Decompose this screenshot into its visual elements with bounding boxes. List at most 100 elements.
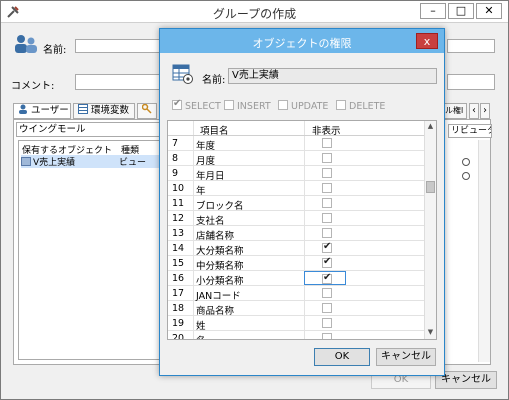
- scroll-thumb[interactable]: [426, 181, 435, 193]
- close-window-button[interactable]: ✕: [476, 3, 502, 19]
- key-icon: [142, 104, 152, 114]
- grid-header: 項目名 非表示: [168, 121, 426, 137]
- tab-next-button[interactable]: ›: [480, 103, 490, 119]
- hidden-cell[interactable]: [322, 303, 335, 315]
- hidden-checkbox[interactable]: [322, 138, 332, 148]
- hidden-checkbox[interactable]: [322, 168, 332, 178]
- tab-env-vars[interactable]: 環境変数: [73, 103, 135, 119]
- column-permission-grid[interactable]: 項目名 非表示 7 年度 8 月度 9 年月日 10 年 11 ブロック名 12 支社名 13 店舗名称 1…: [167, 120, 437, 340]
- update-checkbox[interactable]: UPDATE: [278, 100, 328, 112]
- item-name: 中分類名称: [196, 261, 244, 272]
- table-row[interactable]: 13 店舗名称: [168, 226, 426, 242]
- table-row[interactable]: 8 月度: [168, 151, 426, 167]
- hidden-checkbox[interactable]: [322, 213, 332, 223]
- table-row[interactable]: 17 JANコード: [168, 286, 426, 302]
- hidden-checkbox[interactable]: [322, 198, 332, 208]
- table-row[interactable]: 10 年: [168, 181, 426, 197]
- item-name: 年月日: [196, 171, 225, 182]
- hidden-cell[interactable]: [322, 333, 335, 339]
- insert-checkbox[interactable]: INSERT: [224, 100, 271, 112]
- checkbox[interactable]: [278, 100, 288, 110]
- tab-hidden[interactable]: ル権l: [443, 103, 467, 119]
- table-row[interactable]: 19 姓: [168, 316, 426, 332]
- table-row[interactable]: 18 商品名称: [168, 301, 426, 317]
- comment-field-right[interactable]: [447, 74, 495, 90]
- hidden-checkbox[interactable]: [322, 272, 332, 284]
- scroll-down-arrow[interactable]: ▼: [425, 328, 436, 338]
- table-row[interactable]: 15 中分類名称: [168, 256, 426, 272]
- tab-permissions[interactable]: [137, 103, 157, 119]
- row-number: 13: [172, 228, 185, 239]
- hidden-cell[interactable]: [322, 256, 335, 270]
- item-name: 月度: [196, 156, 216, 167]
- hidden-checkbox[interactable]: [322, 241, 332, 253]
- table-row[interactable]: 14 大分類名称: [168, 241, 426, 257]
- table-row[interactable]: 12 支社名: [168, 211, 426, 227]
- checkbox[interactable]: [172, 98, 182, 110]
- name-label: 名前:: [43, 45, 67, 56]
- hidden-cell[interactable]: [322, 288, 335, 300]
- dialog-ok-button[interactable]: OK: [314, 348, 370, 366]
- checkbox[interactable]: [336, 100, 346, 110]
- item-name: JANコード: [196, 291, 241, 302]
- hidden-cell[interactable]: [322, 153, 335, 165]
- tab-prev-button[interactable]: ‹: [469, 103, 479, 119]
- hidden-checkbox[interactable]: [322, 288, 332, 298]
- update-label: UPDATE: [291, 101, 329, 112]
- group-name-field[interactable]: [75, 39, 161, 53]
- magnifier-icon[interactable]: [462, 172, 470, 180]
- right-scrollbar[interactable]: [478, 140, 490, 362]
- comment-field[interactable]: [75, 74, 161, 90]
- hidden-cell[interactable]: [322, 241, 335, 255]
- hidden-cell[interactable]: [322, 198, 335, 210]
- table-row[interactable]: 7 年度: [168, 136, 426, 152]
- table-row[interactable]: 11 ブロック名: [168, 196, 426, 212]
- maximize-button[interactable]: □: [448, 3, 474, 19]
- row-number: 11: [172, 198, 185, 209]
- table-view-icon: [172, 64, 193, 84]
- dialog-close-button[interactable]: x: [416, 33, 438, 49]
- hidden-checkbox[interactable]: [322, 228, 332, 238]
- row-number: 10: [172, 183, 185, 194]
- hidden-cell[interactable]: [322, 318, 335, 330]
- checkbox[interactable]: [224, 100, 234, 110]
- item-name: 名: [196, 333, 206, 339]
- table-row[interactable]: 16 小分類名称: [168, 271, 426, 287]
- hidden-cell[interactable]: [304, 271, 346, 285]
- group-name-field-right[interactable]: [447, 39, 495, 53]
- table-row[interactable]: 9 年月日: [168, 166, 426, 182]
- hidden-cell[interactable]: [322, 138, 335, 150]
- row-number: 16: [172, 273, 185, 284]
- hidden-checkbox[interactable]: [322, 303, 332, 313]
- object-type: ビュー: [119, 158, 147, 168]
- owned-object-list[interactable]: 保有するオブジェクト 種類 V売上実績 ビュー: [18, 140, 170, 360]
- object-permission-dialog: オブジェクトの権限 x 名前: V売上実績 SELECT INSERT UPDA…: [159, 28, 445, 376]
- tab-users-label: ユーザー: [31, 105, 69, 116]
- dialog-cancel-button[interactable]: キャンセル: [376, 348, 436, 366]
- hidden-cell[interactable]: [322, 168, 335, 180]
- hidden-checkbox[interactable]: [322, 333, 332, 339]
- hidden-cell[interactable]: [322, 228, 335, 240]
- schema-combo[interactable]: ウイングモール: [16, 122, 166, 137]
- hidden-cell[interactable]: [322, 213, 335, 225]
- hidden-checkbox[interactable]: [322, 256, 332, 268]
- grid-scrollbar[interactable]: ▲ ▼: [424, 121, 436, 339]
- row-number: 15: [172, 258, 185, 269]
- delete-checkbox[interactable]: DELETE: [336, 100, 385, 112]
- tab-users[interactable]: ユーザー: [13, 103, 71, 119]
- list-item[interactable]: V売上実績 ビュー: [21, 155, 166, 168]
- table-row[interactable]: 20 名: [168, 331, 426, 340]
- select-checkbox[interactable]: SELECT: [172, 98, 221, 112]
- magnifier-icon[interactable]: [462, 158, 470, 166]
- hidden-checkbox[interactable]: [322, 153, 332, 163]
- minimize-button[interactable]: –: [420, 3, 446, 19]
- item-name-header: 項目名: [200, 126, 229, 137]
- scroll-up-arrow[interactable]: ▲: [425, 122, 436, 132]
- row-number: 20: [172, 333, 185, 340]
- hidden-cell[interactable]: [322, 183, 335, 195]
- row-number: 7: [172, 138, 179, 149]
- permission-checkboxes: SELECT INSERT UPDATE DELETE: [168, 98, 438, 115]
- row-number: 8: [172, 153, 179, 164]
- hidden-checkbox[interactable]: [322, 318, 332, 328]
- hidden-checkbox[interactable]: [322, 183, 332, 193]
